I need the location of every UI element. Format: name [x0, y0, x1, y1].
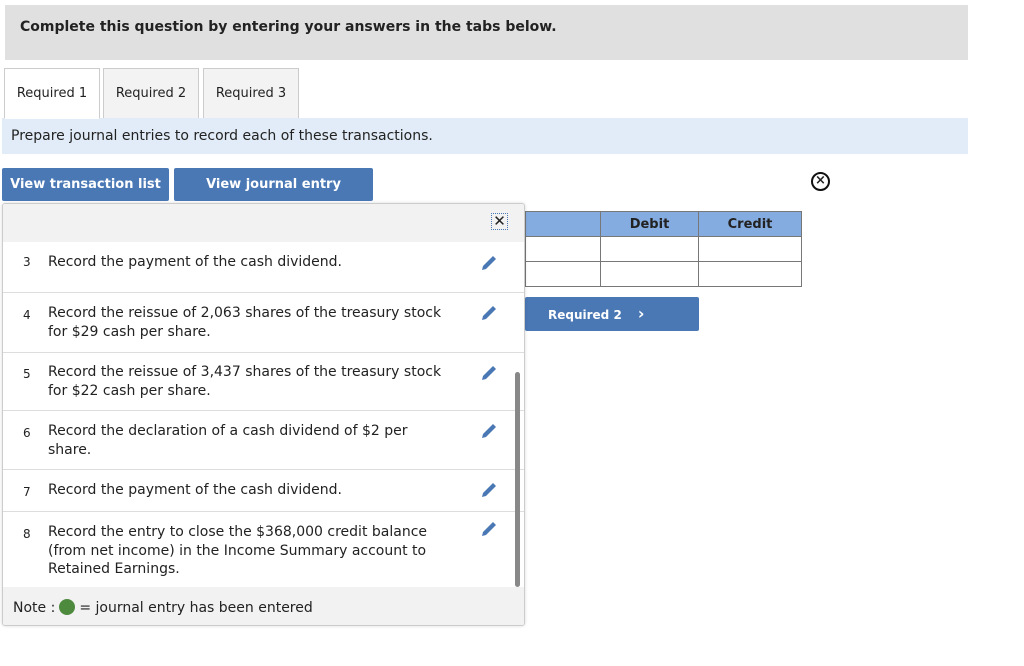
chevron-right-icon: › — [637, 304, 645, 323]
item-number: 3 — [23, 255, 31, 269]
list-item[interactable]: 7 Record the payment of the cash dividend… — [3, 469, 524, 511]
pencil-icon[interactable] — [479, 480, 499, 500]
table-cell[interactable] — [525, 236, 601, 262]
question-header: Complete this question by entering your … — [5, 5, 968, 60]
table-row — [525, 236, 802, 262]
pencil-icon[interactable] — [479, 303, 499, 323]
item-number: 5 — [23, 367, 31, 381]
pencil-icon[interactable] — [479, 421, 499, 441]
table-cell[interactable] — [698, 236, 802, 262]
transaction-list-popup: ✕ 3 Record the payment of the cash divide… — [2, 203, 525, 626]
pencil-icon[interactable] — [479, 519, 499, 539]
table-cell[interactable] — [600, 236, 699, 262]
table-cell[interactable] — [525, 261, 601, 287]
item-text: Record the declaration of a cash dividen… — [48, 423, 408, 458]
item-text: Record the reissue of 2,063 shares of th… — [48, 305, 442, 340]
item-number: 4 — [23, 308, 31, 322]
col-header-credit: Credit — [698, 211, 802, 237]
item-number: 7 — [23, 485, 31, 499]
item-text: Record the reissue of 3,437 shares of th… — [48, 364, 442, 399]
item-text: Record the payment of the cash dividend. — [48, 254, 342, 270]
next-required-2-button[interactable]: Required 2 › — [525, 297, 699, 331]
table-cell[interactable] — [600, 261, 699, 287]
col-header-account — [525, 211, 601, 237]
view-transaction-list-button[interactable]: View transaction list — [2, 168, 169, 201]
tab-required-1[interactable]: Required 1 — [4, 68, 100, 119]
list-item[interactable]: 6 Record the declaration of a cash divide… — [3, 410, 524, 469]
item-number: 8 — [23, 527, 31, 541]
pencil-icon[interactable] — [479, 363, 499, 383]
next-label: Required 2 — [548, 308, 622, 322]
view-worksheet-button[interactable]: View journal entry worksheet — [174, 168, 373, 225]
journal-table: Debit Credit — [525, 211, 802, 287]
tab-required-2[interactable]: Required 2 — [103, 68, 199, 119]
note-text: = journal entry has been entered — [79, 600, 313, 616]
item-number: 6 — [23, 426, 31, 440]
list-item[interactable]: 3 Record the payment of the cash dividend… — [3, 254, 524, 292]
entered-dot-icon — [59, 599, 76, 615]
list-item[interactable]: 4 Record the reissue of 2,063 shares of t… — [3, 292, 524, 352]
item-text: Record the entry to close the $368,000 c… — [48, 524, 427, 577]
pencil-icon[interactable] — [479, 254, 499, 273]
table-row — [525, 261, 802, 287]
scrollbar[interactable] — [515, 372, 520, 587]
popup-header: ✕ — [3, 204, 524, 242]
item-text: Record the payment of the cash dividend. — [48, 482, 342, 498]
instruction-text: Prepare journal entries to record each o… — [2, 118, 968, 154]
note-label: Note : — [13, 600, 56, 616]
tab-required-3[interactable]: Required 3 — [203, 68, 299, 119]
col-header-debit: Debit — [600, 211, 699, 237]
list-item[interactable]: 8 Record the entry to close the $368,000 … — [3, 511, 524, 587]
legend-note: Note : = journal entry has been entered — [3, 587, 524, 625]
table-cell[interactable] — [698, 261, 802, 287]
close-circle-icon[interactable]: × — [811, 172, 830, 191]
close-icon[interactable]: ✕ — [491, 213, 508, 230]
list-item[interactable]: 5 Record the reissue of 3,437 shares of t… — [3, 352, 524, 410]
